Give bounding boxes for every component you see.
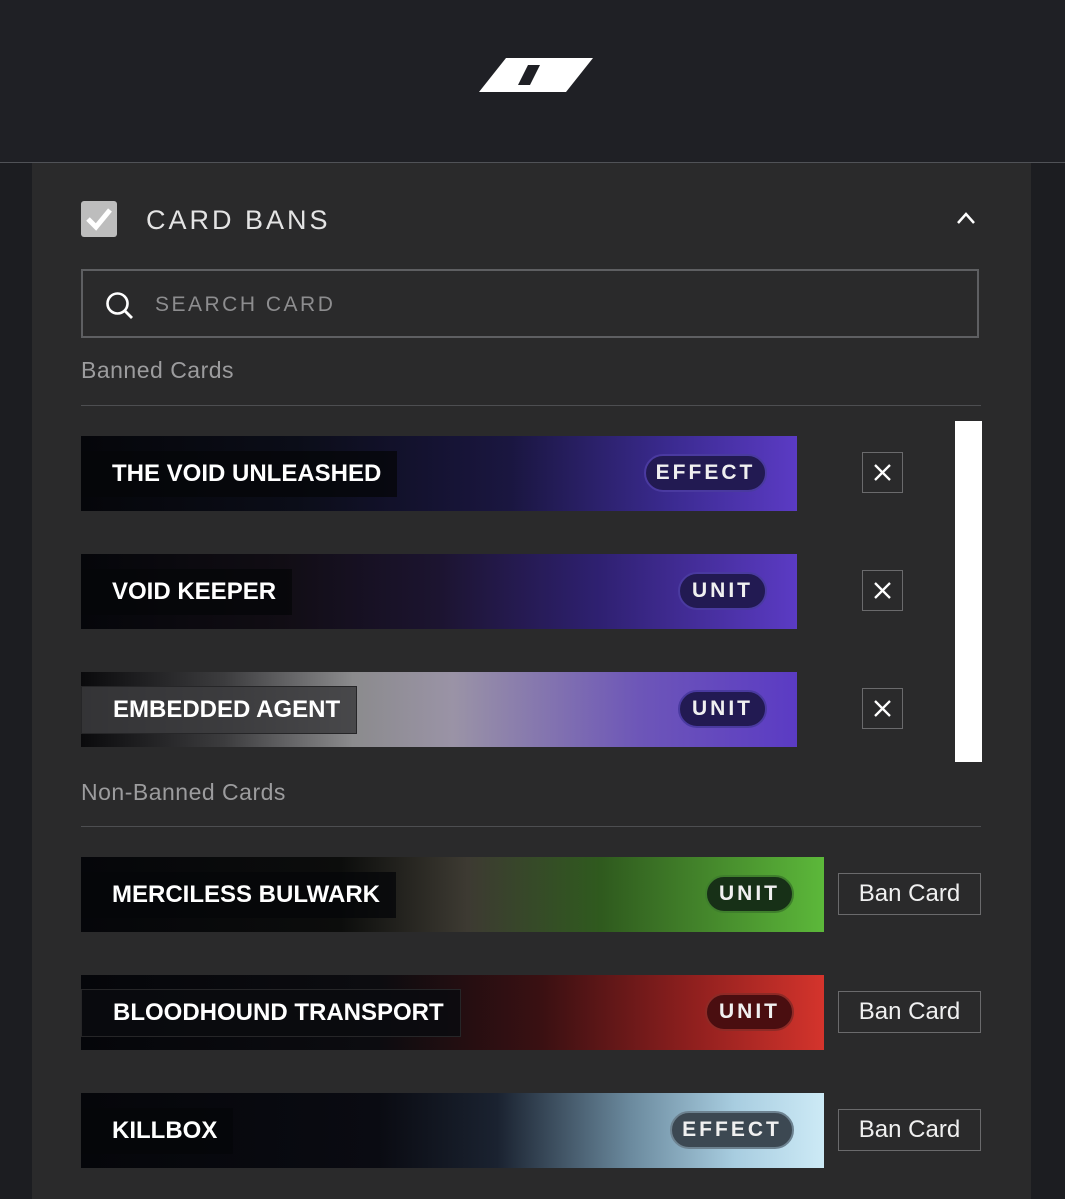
card-bans-panel: CARD BANS Banned Cards THE VOID UNLEASHE… <box>32 163 1031 1199</box>
banned-list-scrollbar[interactable] <box>955 421 982 762</box>
card-type-badge: UNIT <box>705 993 794 1031</box>
search-box <box>81 269 979 338</box>
top-bar <box>0 0 1065 163</box>
card-type-badge: UNIT <box>705 875 794 913</box>
check-icon <box>86 208 112 231</box>
right-margin <box>1031 163 1065 1199</box>
unban-button[interactable] <box>862 688 903 729</box>
left-margin <box>0 163 32 1199</box>
banned-card: EMBEDDED AGENT UNIT <box>81 672 797 747</box>
card-bans-checkbox[interactable] <box>81 201 117 237</box>
banned-divider <box>81 405 981 406</box>
non-banned-card: MERCILESS BULWARK UNIT <box>81 857 824 932</box>
non-banned-divider <box>81 826 981 827</box>
banned-card: VOID KEEPER UNIT <box>81 554 797 629</box>
banned-cards-label: Banned Cards <box>81 357 235 383</box>
card-name: KILLBOX <box>81 1108 234 1154</box>
close-icon <box>874 700 891 717</box>
search-icon <box>106 292 133 319</box>
card-type-badge: UNIT <box>678 690 767 728</box>
ban-card-button[interactable]: Ban Card <box>838 873 981 915</box>
unban-button[interactable] <box>862 452 903 493</box>
card-name: MERCILESS BULWARK <box>81 872 397 918</box>
ban-card-button[interactable]: Ban Card <box>838 1109 981 1151</box>
ban-card-button[interactable]: Ban Card <box>838 991 981 1033</box>
unban-button[interactable] <box>862 570 903 611</box>
chevron-up-icon[interactable] <box>956 211 976 225</box>
card-type-badge: EFFECT <box>670 1111 794 1149</box>
card-name: EMBEDDED AGENT <box>81 686 358 734</box>
card-bans-header: CARD BANS <box>81 201 981 237</box>
card-name: VOID KEEPER <box>81 569 293 615</box>
non-banned-cards-label: Non-Banned Cards <box>81 779 286 805</box>
card-name: THE VOID UNLEASHED <box>81 451 398 497</box>
card-type-badge: UNIT <box>678 572 767 610</box>
banned-card: THE VOID UNLEASHED EFFECT <box>81 436 797 511</box>
brand-logo-icon <box>479 58 593 92</box>
search-input[interactable] <box>153 281 957 328</box>
close-icon <box>874 464 891 481</box>
card-name: BLOODHOUND TRANSPORT <box>81 989 461 1037</box>
non-banned-card: BLOODHOUND TRANSPORT UNIT <box>81 975 824 1050</box>
close-icon <box>874 582 891 599</box>
non-banned-card: KILLBOX EFFECT <box>81 1093 824 1168</box>
card-type-badge: EFFECT <box>644 454 767 492</box>
section-title: CARD BANS <box>146 205 331 235</box>
